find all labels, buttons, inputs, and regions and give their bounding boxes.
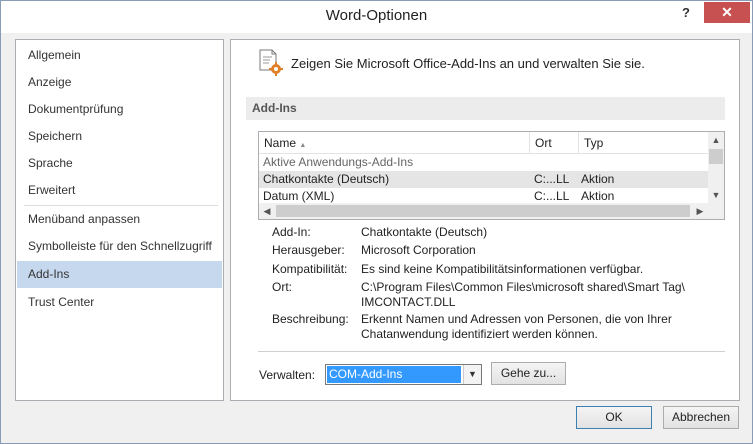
nav-item-trust-center[interactable]: Trust Center [17,289,222,316]
vertical-scrollbar[interactable]: ▲ ▼ [708,132,724,203]
description-line-2: Chatanwendung identifiziert werden könne… [361,327,598,341]
description-line-1: Erkennt Namen und Adressen von Personen,… [361,312,672,326]
divider [258,351,725,352]
list-group-header: Aktive Anwendungs-Add-Ins [263,155,414,169]
horizontal-scrollbar[interactable]: ◀ ▶ [259,203,708,219]
ok-button[interactable]: OK [576,406,652,429]
location-line-2: IMCONTACT.DLL [361,295,456,309]
nav-item-dokumentpruefung[interactable]: Dokumentprüfung [17,96,222,123]
close-icon: ✕ [721,4,733,20]
scroll-up-icon[interactable]: ▲ [708,132,724,148]
detail-value-publisher: Microsoft Corporation [361,243,476,257]
detail-value-location: C:\Program Files\Common Files\microsoft … [361,280,731,310]
manage-select[interactable]: COM-Add-Ins ▼ [325,364,482,385]
detail-value-description: Erkennt Namen und Adressen von Personen,… [361,312,731,342]
panel-heading: Zeigen Sie Microsoft Office-Add-Ins an u… [291,56,645,71]
title-bar: Word-Optionen ? ✕ [1,1,752,33]
scroll-left-icon[interactable]: ◀ [259,203,275,219]
chevron-down-icon[interactable]: ▼ [463,365,481,384]
nav-item-menueband-anpassen[interactable]: Menüband anpassen [17,206,222,233]
addin-location: C:...LL [534,172,570,186]
detail-label-publisher: Herausgeber: [272,243,345,257]
nav-item-erweitert[interactable]: Erweitert [17,177,222,204]
addin-name: Chatkontakte (Deutsch) [263,172,390,186]
scroll-thumb[interactable] [709,149,723,164]
detail-value-addin: Chatkontakte (Deutsch) [361,225,488,239]
nav-item-anzeige[interactable]: Anzeige [17,69,222,96]
detail-value-compatibility: Es sind keine Kompatibilitätsinformation… [361,262,644,276]
add-ins-panel: Zeigen Sie Microsoft Office-Add-Ins an u… [230,39,740,401]
list-header: Name ▲ Ort Typ [259,132,708,154]
section-title: Add-Ins [246,97,725,120]
addins-gear-icon [258,49,284,77]
column-header-ort[interactable]: Ort [530,132,578,154]
nav-item-symbolleiste[interactable]: Symbolleiste für den Schnellzugriff [17,233,222,260]
location-line-1: C:\Program Files\Common Files\microsoft … [361,280,685,294]
help-button[interactable]: ? [671,3,701,23]
scroll-down-icon[interactable]: ▼ [708,187,724,203]
detail-label-location: Ort: [272,280,292,294]
nav-item-add-ins[interactable]: Add-Ins [17,261,222,288]
column-header-name[interactable]: Name ▲ [259,132,529,154]
detail-label-description: Beschreibung: [272,312,349,326]
nav-item-speichern[interactable]: Speichern [17,123,222,150]
detail-label-addin: Add-In: [272,225,311,239]
scroll-corner [708,203,724,219]
detail-label-compatibility: Kompatibilität: [272,262,348,276]
scroll-thumb[interactable] [276,205,690,217]
close-button[interactable]: ✕ [704,2,750,23]
nav-item-sprache[interactable]: Sprache [17,150,222,177]
manage-label: Verwalten: [259,368,316,382]
list-item[interactable]: Chatkontakte (Deutsch) C:...LL Aktion [259,171,708,188]
nav-item-allgemein[interactable]: Allgemein [17,42,222,69]
word-options-dialog: Word-Optionen ? ✕ Allgemein Anzeige Doku… [0,0,753,444]
addins-list[interactable]: Name ▲ Ort Typ Aktive Anwendungs-Add-Ins… [258,131,725,220]
scroll-right-icon[interactable]: ▶ [692,203,708,219]
options-nav: Allgemein Anzeige Dokumentprüfung Speich… [15,39,224,401]
window-title: Word-Optionen [325,7,428,24]
goto-button[interactable]: Gehe zu... [491,362,566,385]
addin-type: Aktion [581,172,615,186]
manage-select-value: COM-Add-Ins [327,366,461,383]
column-header-typ[interactable]: Typ [579,132,708,154]
cancel-button[interactable]: Abbrechen [663,406,739,429]
sort-ascending-icon: ▲ [299,142,307,149]
